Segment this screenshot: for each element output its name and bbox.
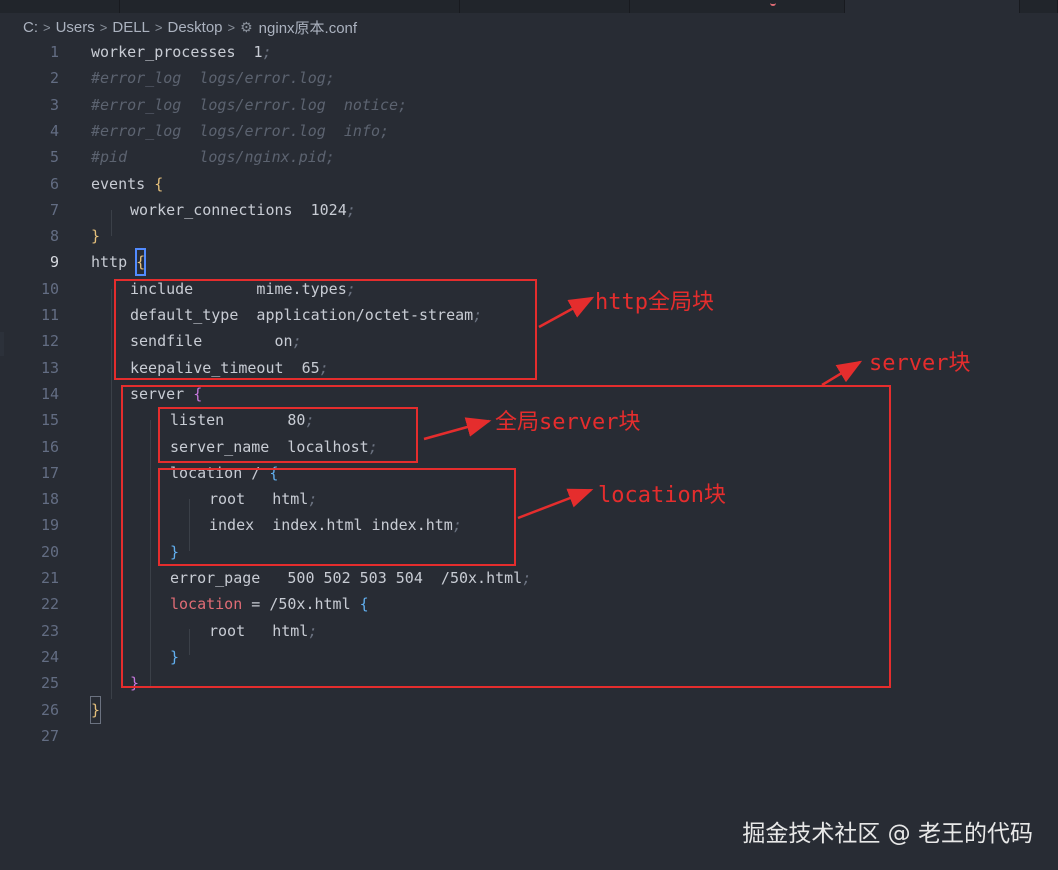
location-block-label: location块 xyxy=(598,483,726,508)
arrow-global-server-block xyxy=(423,417,492,441)
http-block-label: http全局块 xyxy=(595,290,714,315)
server-block-label: server块 xyxy=(869,351,971,376)
global-server-block-label: 全局server块 xyxy=(495,410,641,435)
watermark: 掘金技术社区 @ 老王的代码 xyxy=(742,821,1033,847)
arrow-http-block xyxy=(538,296,595,329)
arrow-server-block xyxy=(821,360,863,387)
arrow-location-block xyxy=(517,488,594,520)
